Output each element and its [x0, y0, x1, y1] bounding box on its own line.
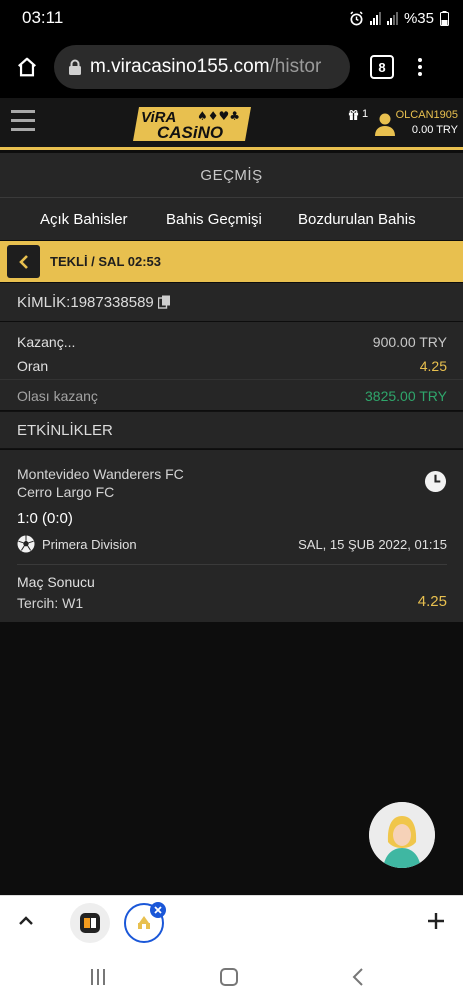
- page-title: GEÇMİŞ: [0, 153, 463, 197]
- home-nav-button[interactable]: [220, 968, 238, 986]
- odds-value: 4.25: [419, 358, 447, 374]
- bet-type-time: TEKLİ / SAL 02:53: [50, 254, 162, 269]
- clock-icon: [424, 470, 447, 493]
- gift-button[interactable]: 1: [348, 108, 368, 120]
- tab-bet-history[interactable]: Bahis Geçmişi: [166, 211, 262, 228]
- tab-strip: [0, 895, 463, 951]
- status-bar: 03:11 %35: [0, 0, 463, 36]
- alarm-icon: [350, 10, 363, 25]
- caret-up-icon[interactable]: [18, 914, 34, 926]
- back-nav-icon[interactable]: [352, 968, 364, 986]
- potential-win-label: Olası kazanç: [17, 388, 98, 404]
- league: Primera Division: [17, 535, 137, 553]
- potential-win-value: 3825.00 TRY: [365, 388, 447, 404]
- gift-icon: [348, 109, 359, 120]
- stake-value: 900.00 TRY: [372, 334, 447, 350]
- tab-cashed-out-bets[interactable]: Bozdurulan Bahis: [298, 211, 416, 228]
- address-bar[interactable]: m.viracasino155.com/histor: [54, 45, 350, 89]
- vira-casino-logo[interactable]: ViRA CASiNO ♠♦♥♣: [133, 103, 253, 145]
- browser-toolbar: m.viracasino155.com/histor 8: [0, 36, 463, 98]
- selection: Tercih: W1: [17, 595, 84, 611]
- battery-percent: %35: [403, 9, 434, 27]
- clock-time: 03:11: [22, 8, 64, 27]
- casino-favicon-icon: [138, 916, 150, 929]
- home-icon: [18, 57, 36, 77]
- tab-open-bets[interactable]: Açık Bahisler: [40, 211, 128, 228]
- away-team: Cerro Largo FC: [17, 484, 115, 500]
- home-team: Montevideo Wanderers FC: [17, 466, 184, 482]
- soccer-ball-icon: [17, 535, 35, 553]
- market-name: Maç Sonucu: [17, 574, 95, 590]
- back-button[interactable]: [7, 245, 40, 278]
- events-heading: ETKİNLİKLER: [0, 411, 463, 449]
- stake-row: Kazanç... 900.00 TRY: [17, 334, 447, 350]
- stake-label: Kazanç...: [17, 334, 76, 350]
- signal-sim2-icon: [386, 11, 398, 25]
- divider: [17, 564, 447, 565]
- site-header: ViRA CASiNO ♠♦♥♣ 1 OLCAN1905 0.00 TRY: [0, 98, 463, 150]
- chat-avatar-icon: [369, 802, 435, 868]
- copy-icon[interactable]: [157, 295, 171, 309]
- tab-thumbnail-1[interactable]: [70, 903, 110, 943]
- match-score: 1:0 (0:0): [17, 510, 73, 527]
- plus-icon[interactable]: [427, 912, 445, 930]
- system-nav-bar: [0, 951, 463, 1004]
- battery-icon: [440, 10, 449, 26]
- url-path: /histor: [269, 56, 322, 77]
- gift-count: 1: [362, 108, 369, 120]
- chevron-left-icon: [18, 254, 28, 269]
- bet-id-row: KİMLİK:1987338589: [0, 283, 463, 321]
- divider: [0, 379, 463, 380]
- more-vert-icon[interactable]: [418, 58, 422, 76]
- event-card: Montevideo Wanderers FC Cerro Largo FC 1…: [0, 450, 463, 622]
- selection-odds: 4.25: [417, 593, 447, 610]
- site-favicon-icon: [80, 913, 100, 933]
- league-name: Primera Division: [42, 536, 137, 552]
- chat-support-button[interactable]: [369, 802, 435, 868]
- balance: 0.00 TRY: [411, 124, 458, 136]
- close-tab-button[interactable]: [150, 902, 166, 918]
- odds-label: Oran: [17, 358, 49, 374]
- tab-switcher-button[interactable]: 8: [370, 55, 394, 79]
- close-icon: [154, 906, 162, 914]
- username[interactable]: OLCAN1905: [396, 109, 458, 121]
- event-date: SAL, 15 ŞUB 2022, 01:15: [298, 537, 447, 552]
- bet-id: KİMLİK:1987338589: [17, 293, 154, 311]
- svg-text:♠♦♥♣: ♠♦♥♣: [197, 109, 240, 123]
- lock-icon: [69, 59, 81, 75]
- hamburger-icon[interactable]: [11, 110, 35, 131]
- bet-amounts: Kazanç... 900.00 TRY Oran 4.25 Olası kaz…: [0, 322, 463, 410]
- logo-line2: CASiNO: [157, 123, 223, 142]
- url-host: m.viracasino155.com: [90, 56, 270, 77]
- status-icons: %35: [349, 10, 449, 27]
- avatar-icon[interactable]: [374, 112, 396, 136]
- signal-sim1-icon: [369, 11, 381, 25]
- recent-apps-button[interactable]: [91, 969, 105, 985]
- history-tabs: Açık Bahisler Bahis Geçmişi Bozdurulan B…: [0, 198, 463, 240]
- potential-win-row: Olası kazanç 3825.00 TRY: [17, 388, 447, 404]
- odds-row: Oran 4.25: [17, 358, 447, 374]
- home-button[interactable]: [0, 36, 54, 98]
- bet-header-bar: TEKLİ / SAL 02:53: [0, 241, 463, 282]
